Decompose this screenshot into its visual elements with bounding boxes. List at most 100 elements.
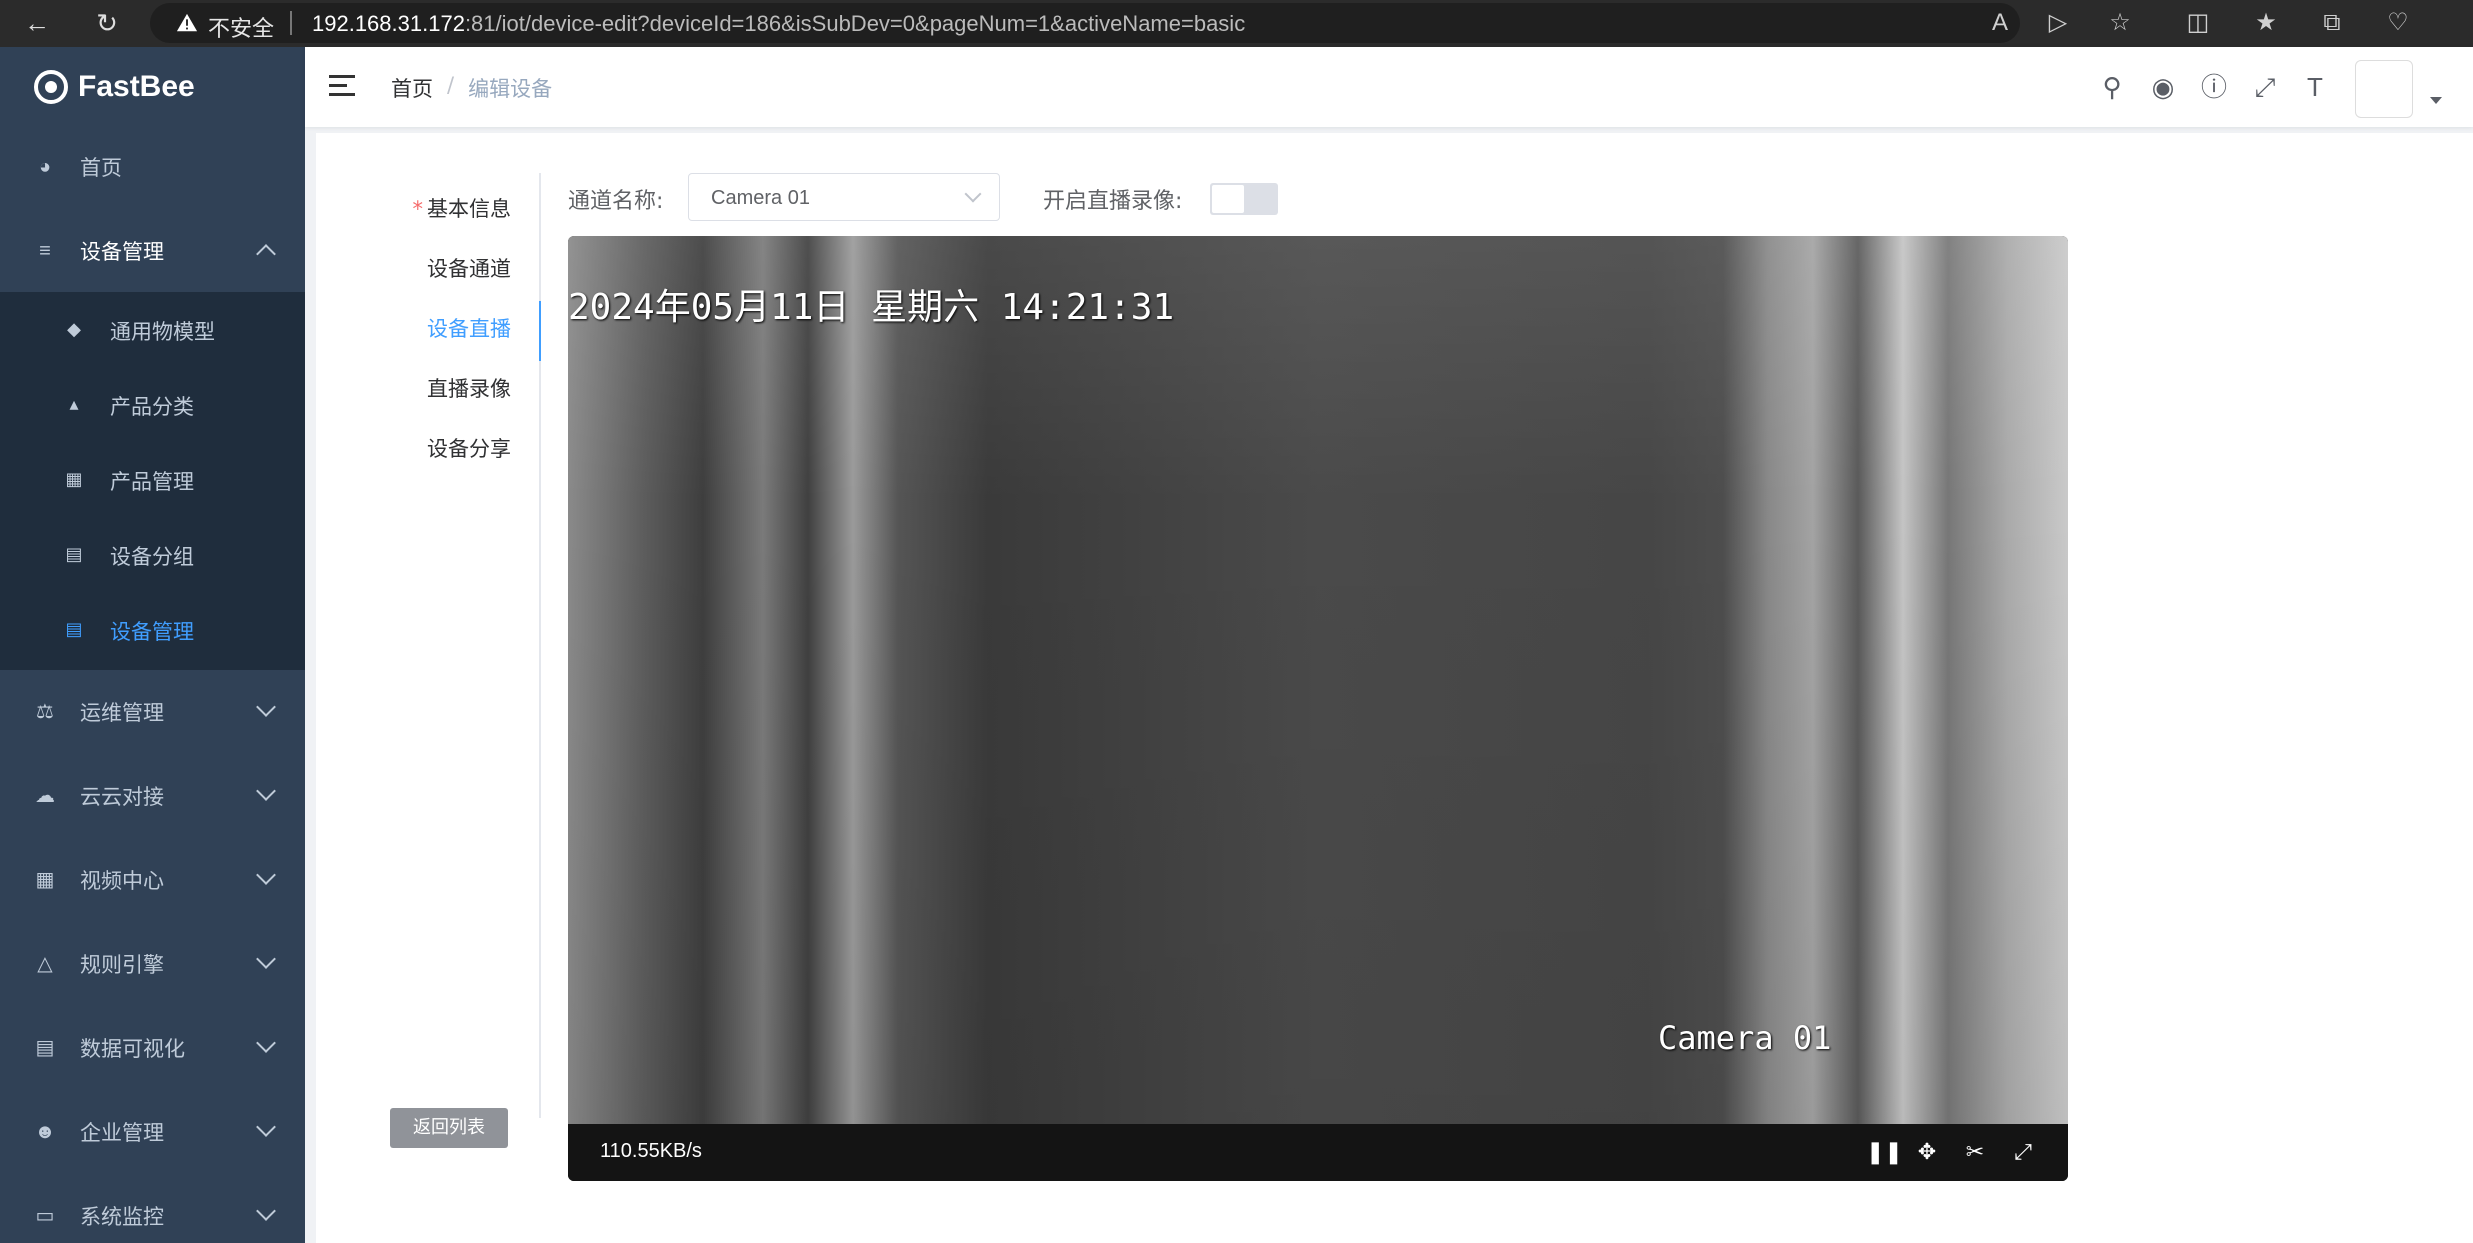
tab-label: 基本信息 xyxy=(427,197,511,221)
logo-text: FastBee xyxy=(78,70,195,103)
submenu-item-label: 产品分类 xyxy=(110,395,194,419)
sidebar-item-label: 视频中心 xyxy=(80,869,164,893)
cube-icon: ◆ xyxy=(67,319,81,339)
tab-device-live[interactable]: 设备直播 xyxy=(427,313,511,353)
sidebar: FastBee ◕ 首页 ≡ 设备管理 ◆ 通用物模型 ▴ 产品分类 ▦ 产品管… xyxy=(0,47,305,1243)
breadcrumb: 首页 / 编辑设备 xyxy=(391,73,552,103)
url-text[interactable]: 192.168.31.172:81/iot/device-edit?device… xyxy=(312,11,1245,37)
insecure-label: 不安全 xyxy=(208,17,275,42)
favorite-star-icon[interactable]: ☆ xyxy=(2104,7,2136,39)
cloud-icon: ☁ xyxy=(35,785,55,807)
required-mark: * xyxy=(412,197,424,221)
sidebar-item-label: 云云对接 xyxy=(80,785,164,809)
logo-icon xyxy=(34,70,68,104)
submenu-item-label: 通用物模型 xyxy=(110,320,215,344)
submenu-item-device-group[interactable]: ▤ 设备分组 xyxy=(0,517,305,592)
submenu-item-label: 产品管理 xyxy=(110,470,194,494)
sidebar-item-label: 系统监控 xyxy=(80,1205,164,1229)
submenu-item-thing-model[interactable]: ◆ 通用物模型 xyxy=(0,292,305,367)
github-icon[interactable]: ◉ xyxy=(2147,71,2179,103)
tree-icon: ⚖ xyxy=(36,701,54,723)
pause-icon[interactable]: ❚❚ xyxy=(1866,1138,1903,1166)
group-icon: ▤ xyxy=(65,544,83,564)
collections-icon[interactable]: ⧉ xyxy=(2316,7,2348,39)
screenshot-icon[interactable]: ✂ xyxy=(1961,1138,1989,1166)
submenu: ◆ 通用物模型 ▴ 产品分类 ▦ 产品管理 ▤ 设备分组 ▤ 设备管理 xyxy=(0,292,305,670)
media-icon[interactable]: ▷ xyxy=(2042,7,2074,39)
tab-basic-info[interactable]: * 基本信息 xyxy=(413,193,512,233)
back-arrow-icon[interactable]: ← xyxy=(20,6,54,40)
sidebar-item-label: 企业管理 xyxy=(80,1121,164,1145)
submenu-item-device-management[interactable]: ▤ 设备管理 xyxy=(0,592,305,667)
record-label: 开启直播录像: xyxy=(1043,189,1183,214)
sidebar-item-monitor[interactable]: ▭ 系统监控 xyxy=(0,1174,305,1243)
reload-icon[interactable]: ↻ xyxy=(90,6,124,40)
sidebar-item-label: 规则引擎 xyxy=(80,953,164,977)
address-bar[interactable]: 不安全 192.168.31.172:81/iot/device-edit?de… xyxy=(150,3,2020,43)
submenu-item-product-management[interactable]: ▦ 产品管理 xyxy=(0,442,305,517)
tab-active-indicator xyxy=(539,301,541,361)
video-shade xyxy=(568,236,2068,1124)
logo[interactable]: FastBee xyxy=(34,67,195,107)
submenu-item-product-category[interactable]: ▴ 产品分类 xyxy=(0,367,305,442)
category-icon: ▴ xyxy=(69,394,79,414)
avatar[interactable] xyxy=(2355,60,2413,118)
browser-toolbar: ← ↻ 不安全 192.168.31.172:81/iot/device-edi… xyxy=(0,0,2473,47)
ptz-icon[interactable]: ✥ xyxy=(1913,1138,1941,1166)
tab-live-recording[interactable]: 直播录像 xyxy=(427,373,511,413)
osd-datetime: 2024年05月11日 星期六 14:21:31 xyxy=(568,287,1175,328)
help-icon[interactable]: ⓘ xyxy=(2198,71,2230,103)
player-controls: 110.55KB/s ❚❚ ✥ ✂ ⤢ xyxy=(568,1124,2068,1181)
chart-icon: ▤ xyxy=(35,1037,55,1059)
back-to-list-button[interactable]: 返回列表 xyxy=(390,1108,508,1148)
sidebar-item-ops[interactable]: ⚖ 运维管理 xyxy=(0,670,305,754)
chevron-down-icon xyxy=(964,185,982,203)
browser-health-icon[interactable]: ♡ xyxy=(2382,7,2414,39)
sidebar-toggle-icon[interactable] xyxy=(329,75,355,97)
caret-down-icon[interactable] xyxy=(2430,97,2442,104)
sidebar-item-rules[interactable]: △ 规则引擎 xyxy=(0,922,305,1006)
url-host: 192.168.31.172 xyxy=(312,11,465,36)
top-navbar: 首页 / 编辑设备 ⚲ ◉ ⓘ ⤢ T xyxy=(305,47,2473,127)
chevron-down-icon xyxy=(256,865,276,885)
tab-label: 设备通道 xyxy=(427,257,511,281)
layers-icon: ≡ xyxy=(39,240,51,262)
sidebar-item-visualization[interactable]: ▤ 数据可视化 xyxy=(0,1006,305,1090)
sidebar-item-label: 首页 xyxy=(80,156,122,180)
dashboard-icon: ◕ xyxy=(38,156,52,178)
sidebar-item-video[interactable]: ▦ 视频中心 xyxy=(0,838,305,922)
chevron-up-icon xyxy=(256,244,276,264)
chevron-down-icon xyxy=(256,1033,276,1053)
favorites-icon[interactable]: ★ xyxy=(2250,7,2282,39)
sidebar-item-enterprise[interactable]: ☻ 企业管理 xyxy=(0,1090,305,1174)
chevron-down-icon xyxy=(256,697,276,717)
sidebar-item-label: 运维管理 xyxy=(80,701,164,725)
sidebar-item-cloud[interactable]: ☁ 云云对接 xyxy=(0,754,305,838)
channel-select[interactable]: Camera 01 xyxy=(688,173,1000,221)
split-screen-icon[interactable]: ◫ xyxy=(2182,7,2214,39)
tab-device-share[interactable]: 设备分享 xyxy=(427,433,511,473)
submenu-item-label: 设备管理 xyxy=(110,620,194,644)
table-icon: ▦ xyxy=(35,869,55,891)
read-aloud-icon[interactable]: A xyxy=(1984,7,2016,39)
user-icon: ☻ xyxy=(34,1121,56,1143)
sidebar-item-label: 设备管理 xyxy=(80,240,164,264)
monitor-icon: ▭ xyxy=(35,1205,55,1227)
video-player[interactable]: 2024年05月11日 星期六 14:21:31 Camera 01 110.5… xyxy=(568,236,2068,1181)
warning-icon xyxy=(176,13,198,32)
record-toggle[interactable] xyxy=(1210,183,1278,215)
fullscreen-icon[interactable]: ⤢ xyxy=(2249,71,2281,103)
osd-camera-name: Camera 01 xyxy=(1658,1019,1832,1057)
toggle-knob xyxy=(1212,185,1244,213)
sidebar-item-home[interactable]: ◕ 首页 xyxy=(0,125,305,209)
chevron-down-icon xyxy=(256,949,276,969)
font-size-icon[interactable]: T xyxy=(2299,71,2331,103)
sidebar-item-device-management[interactable]: ≡ 设备管理 xyxy=(0,209,305,293)
tab-label: 设备分享 xyxy=(427,437,511,461)
search-icon[interactable]: ⚲ xyxy=(2096,71,2128,103)
fullscreen-icon[interactable]: ⤢ xyxy=(2009,1138,2037,1166)
tab-device-channel[interactable]: 设备通道 xyxy=(427,253,511,293)
vertical-tabs: * 基本信息 设备通道 设备直播 直播录像 设备分享 返回列表 xyxy=(316,173,541,1148)
breadcrumb-home[interactable]: 首页 xyxy=(391,73,433,103)
url-path: :81/iot/device-edit?deviceId=186&isSubDe… xyxy=(464,11,1246,36)
